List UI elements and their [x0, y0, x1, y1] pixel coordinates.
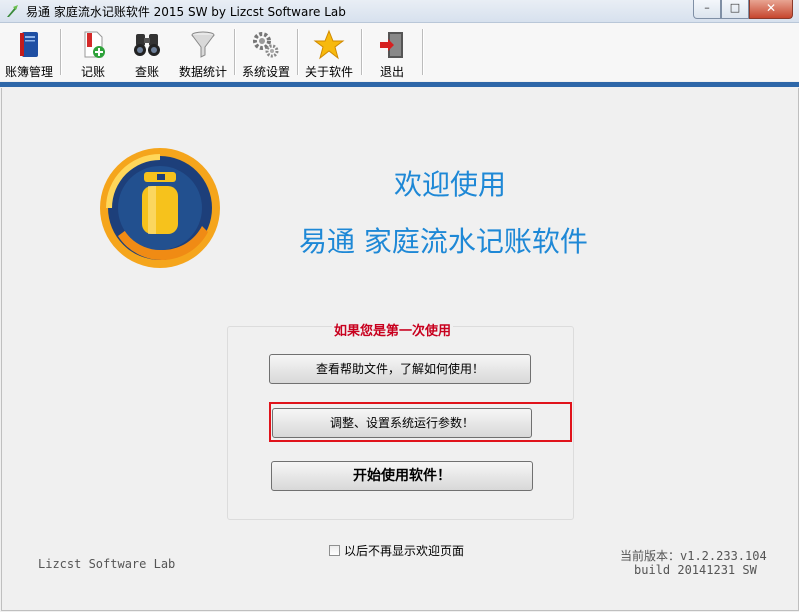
toolbar-exit[interactable]: 退出 [365, 25, 419, 79]
toolbar-divider-bar [0, 82, 799, 87]
window-title: 易通 家庭流水记账软件 2015 SW by Lizcst Software L… [26, 5, 346, 19]
toolbar-separator [422, 29, 424, 75]
minimize-icon: – [704, 1, 710, 14]
company-name: Lizcst Software Lab [38, 557, 176, 571]
dont-show-again-checkbox[interactable] [329, 544, 340, 556]
ledger-book-icon [20, 32, 38, 57]
maximize-icon: □ [729, 1, 741, 14]
start-using-button[interactable]: 开始使用软件！ [271, 461, 533, 491]
add-entry-icon [84, 31, 105, 58]
close-icon: ✕ [765, 1, 777, 15]
toolbar-statistics[interactable]: 数据统计 [176, 25, 230, 79]
app-name-heading: 易通 家庭流水记账软件 [299, 225, 588, 258]
toolbar-label: 数据统计 [178, 65, 227, 79]
gears-icon [253, 32, 279, 58]
toolbar-separator [60, 29, 62, 75]
close-button[interactable]: ✕ [749, 0, 793, 19]
toolbar-label: 系统设置 [241, 65, 290, 79]
app-feather-icon [7, 5, 18, 17]
funnel-icon [191, 31, 215, 58]
binoculars-icon [134, 34, 160, 56]
toolbar-add-entry[interactable]: 记账 [66, 25, 120, 79]
build-text: build 20141231 SW [634, 563, 757, 577]
dont-show-again-label: 以后不再显示欢迎页面 [344, 543, 465, 558]
star-icon [313, 29, 345, 60]
welcome-heading: 欢迎使用 [394, 168, 507, 201]
toolbar-label: 关于软件 [304, 65, 353, 79]
toolbar-system-settings[interactable]: 系统设置 [238, 25, 294, 79]
highlight-annotation [269, 402, 572, 442]
toolbar: 账簿管理 记账 查账 数据统计 系统设置 关于软件 退出 [0, 23, 799, 81]
dont-show-again-option[interactable]: 以后不再显示欢迎页面 [329, 542, 464, 558]
toolbar-label: 查账 [134, 65, 159, 79]
toolbar-ledger-management[interactable]: 账簿管理 [2, 25, 56, 79]
toolbar-label: 记账 [80, 65, 105, 79]
app-logo [100, 148, 220, 268]
toolbar-about[interactable]: 关于软件 [301, 25, 357, 79]
toolbar-separator [361, 29, 363, 75]
maximize-button[interactable]: □ [721, 0, 749, 19]
exit-door-icon [380, 32, 403, 58]
view-help-button[interactable]: 查看帮助文件，了解如何使用！ [269, 354, 531, 384]
toolbar-label: 账簿管理 [4, 65, 53, 79]
toolbar-label: 退出 [379, 65, 404, 79]
title-bar: 易通 家庭流水记账软件 2015 SW by Lizcst Software L… [0, 0, 799, 23]
first-use-title: 如果您是第一次使用 [332, 320, 454, 339]
toolbar-separator [234, 29, 236, 75]
toolbar-separator [297, 29, 299, 75]
toolbar-review-entries[interactable]: 查账 [120, 25, 174, 79]
version-text: 当前版本：v1.2.233.104 [620, 549, 767, 563]
window-controls: – □ ✕ [693, 0, 793, 19]
minimize-button[interactable]: – [693, 0, 721, 19]
